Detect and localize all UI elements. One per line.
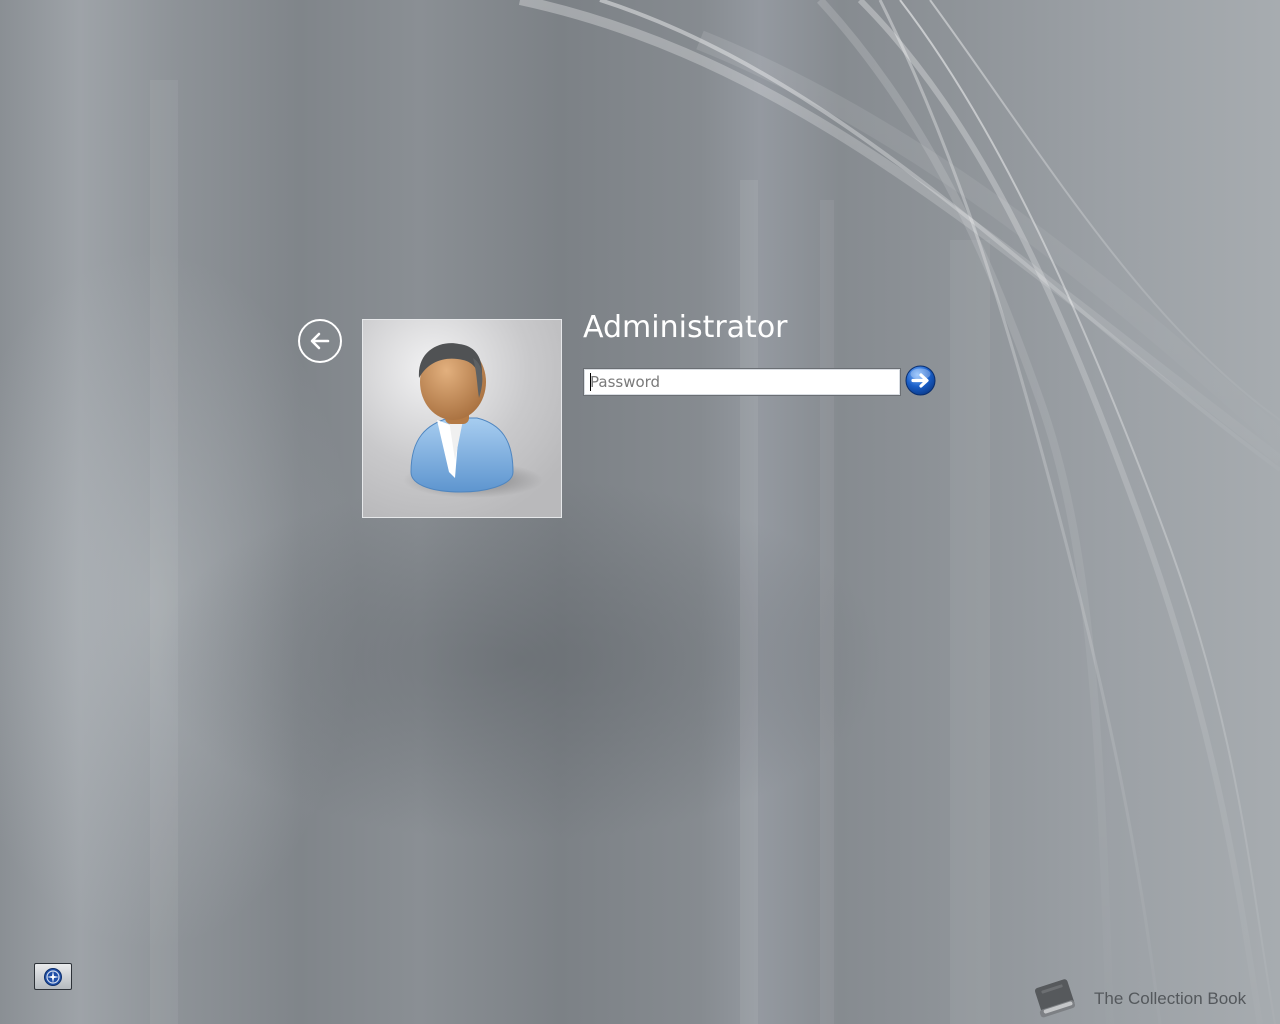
submit-button[interactable] [905,365,936,396]
user-avatar-icon [403,343,543,498]
back-button[interactable] [298,319,342,363]
brand-text: The Collection Book [1094,989,1247,1008]
username-label: Administrator [583,310,788,345]
ease-of-access-button[interactable] [34,963,72,990]
brand-watermark: The Collection Book [1028,975,1246,1021]
text-cursor [590,373,591,391]
arrow-right-icon [905,365,936,396]
book-icon [1034,979,1076,1018]
background-wallpaper [150,0,1280,1024]
password-field[interactable] [583,368,901,396]
ease-of-access-icon [44,967,62,986]
user-avatar [362,319,562,518]
back-arrow-icon [310,332,330,350]
